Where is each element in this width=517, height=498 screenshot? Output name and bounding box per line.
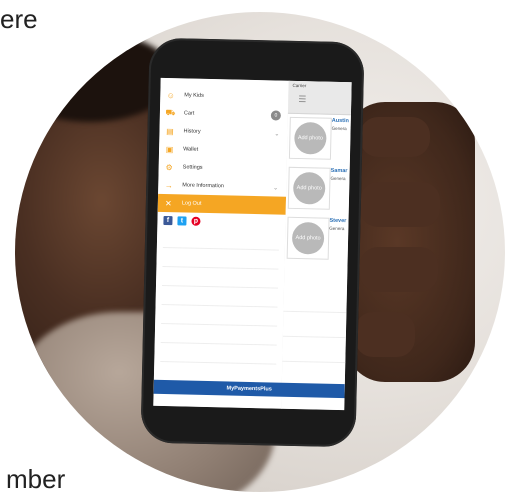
menu-item-label: Wallet — [183, 146, 199, 153]
menu-item-label: Settings — [182, 164, 203, 171]
divider — [161, 285, 278, 308]
divider — [282, 360, 346, 364]
menu-item-log-out[interactable]: ✕ Log Out — [157, 193, 287, 215]
twitter-icon[interactable]: t — [177, 216, 187, 226]
finger — [360, 247, 438, 292]
chevron-down-icon: ⌄ — [273, 184, 279, 192]
side-menu: ☺ My Kids ⛟ Cart 0 ▤ History ⌄ ▣ Wallet … — [153, 77, 290, 409]
kids-panel: Carrier ☰ Add photo Austin Genera Add ph… — [281, 80, 352, 411]
finger — [360, 182, 440, 227]
hamburger-menu-icon[interactable]: ☰ — [298, 94, 306, 105]
divider — [282, 335, 346, 339]
avatar[interactable]: Add photo — [288, 116, 332, 160]
divider — [162, 247, 279, 270]
menu-item-label: Log Out — [181, 200, 202, 207]
kid-subtitle: Genera — [331, 125, 347, 132]
pinterest-icon[interactable]: p — [191, 216, 201, 226]
facebook-icon[interactable]: f — [163, 215, 173, 226]
menu-item-label: More Information — [182, 182, 224, 190]
kid-name: Samar — [330, 167, 348, 175]
carrier-label: Carrier — [292, 82, 307, 89]
add-photo-button[interactable]: Add photo — [292, 171, 326, 205]
kid-subtitle: Genera — [329, 225, 345, 232]
kid-card[interactable]: Add photo Stever Genera — [286, 216, 349, 260]
cart-badge: 0 — [270, 110, 281, 121]
arrow-right-icon: → — [164, 180, 173, 190]
divider — [160, 342, 277, 365]
divider — [161, 266, 279, 289]
menu-item-label: My Kids — [184, 92, 204, 99]
kid-card[interactable]: Add photo Austin Genera — [288, 116, 351, 160]
chevron-down-icon: ⌄ — [274, 130, 280, 138]
caption-bottom: mber — [6, 464, 66, 494]
kids-panel-header: Carrier ☰ — [287, 80, 352, 116]
menu-item-label: History — [183, 128, 201, 135]
settings-icon: ⚙ — [165, 162, 173, 172]
avatar[interactable]: Add photo — [287, 166, 331, 210]
divider — [162, 228, 280, 251]
history-icon: ▤ — [166, 126, 174, 136]
kid-subtitle: Genera — [330, 175, 346, 182]
phone: ☺ My Kids ⛟ Cart 0 ▤ History ⌄ ▣ Wallet … — [140, 37, 365, 448]
divider — [161, 304, 278, 327]
caption-top: ere — [0, 4, 38, 34]
kid-name: Stever — [329, 217, 347, 225]
kid-name: Austin — [331, 117, 349, 125]
divider — [283, 310, 347, 314]
avatar[interactable]: Add photo — [286, 216, 330, 260]
cart-icon: ⛟ — [165, 107, 176, 118]
finger — [355, 312, 415, 357]
kid-card[interactable]: Add photo Samar Genera — [287, 166, 350, 210]
phone-screen: ☺ My Kids ⛟ Cart 0 ▤ History ⌄ ▣ Wallet … — [153, 77, 352, 411]
divider — [160, 323, 278, 346]
finger — [360, 117, 430, 157]
add-photo-button[interactable]: Add photo — [294, 121, 327, 155]
wallet-icon: ▣ — [165, 144, 174, 154]
kids-icon: ☺ — [166, 90, 176, 100]
add-photo-button[interactable]: Add photo — [291, 221, 325, 255]
logout-icon: ✕ — [164, 198, 172, 208]
menu-item-label: Cart — [183, 110, 195, 117]
